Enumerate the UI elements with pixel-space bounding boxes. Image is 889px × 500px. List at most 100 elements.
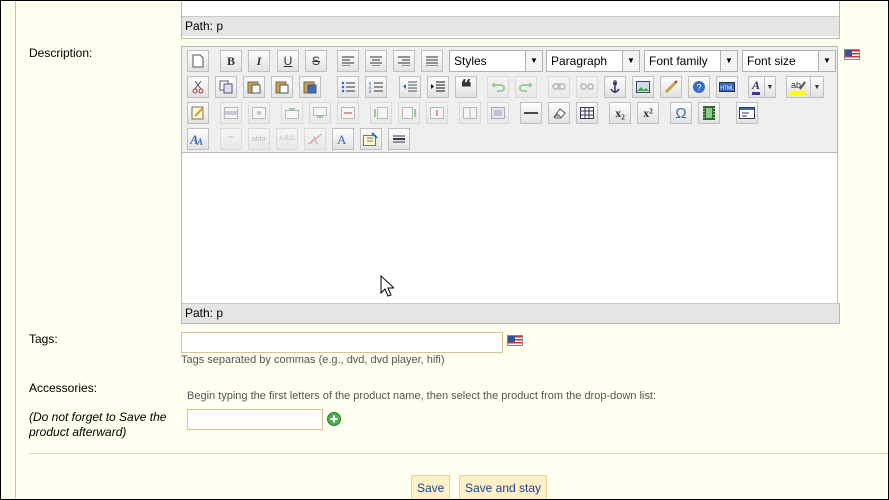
svg-text:A: A — [196, 137, 203, 146]
chevron-down-icon: ▼ — [720, 51, 737, 71]
insert-col-after-icon[interactable] — [398, 102, 420, 124]
anchor-icon[interactable] — [604, 76, 626, 98]
numbered-list-icon[interactable] — [365, 76, 387, 98]
insert-col-before-icon[interactable] — [370, 102, 392, 124]
chevron-down-icon: ▼ — [525, 51, 542, 71]
language-flag-icon[interactable] — [844, 49, 860, 60]
align-justify-icon[interactable] — [421, 50, 443, 72]
cleanup-icon[interactable] — [660, 76, 682, 98]
new-document-icon[interactable] — [187, 50, 209, 72]
description-edit-area[interactable] — [181, 153, 838, 303]
chevron-down-icon: ▼ — [818, 51, 835, 71]
delete-text-icon[interactable]: A — [304, 128, 326, 150]
tags-language-flag-icon[interactable] — [507, 335, 523, 346]
indent-icon[interactable] — [427, 76, 449, 98]
bullet-list-icon[interactable] — [337, 76, 359, 98]
description-label: Description: — [29, 46, 93, 60]
tags-hint: Tags separated by commas (e.g., dvd, dvd… — [181, 354, 445, 366]
abbr-icon[interactable]: abbr — [248, 128, 270, 150]
paste-word-icon[interactable] — [299, 76, 321, 98]
italic-button[interactable]: I — [248, 50, 270, 72]
strikethrough-button[interactable]: S — [305, 50, 327, 72]
short-description-path: Path: p — [182, 16, 839, 36]
undo-icon[interactable] — [487, 76, 509, 98]
cut-icon[interactable] — [187, 76, 209, 98]
tags-input[interactable] — [181, 332, 503, 353]
styles-select[interactable]: Styles ▼ — [449, 50, 543, 72]
short-description-area[interactable] — [182, 1, 839, 16]
table-cell-props-icon[interactable] — [248, 102, 270, 124]
paragraph-select[interactable]: Paragraph ▼ — [546, 50, 640, 72]
svg-text:HTML: HTML — [720, 86, 734, 92]
align-center-icon[interactable] — [365, 50, 387, 72]
remove-format-icon[interactable] — [548, 102, 570, 124]
description-path-bar: Path: p — [181, 303, 840, 324]
text-color-button[interactable]: A ▼ — [748, 76, 776, 98]
accessories-note: (Do not forget to Save the product after… — [29, 410, 167, 439]
bold-button[interactable]: B — [220, 50, 242, 72]
table-icon[interactable] — [576, 102, 598, 124]
accessories-input[interactable] — [187, 409, 323, 430]
styles-value: Styles — [454, 54, 487, 68]
attributes-icon[interactable] — [360, 128, 382, 150]
product-form: Path: p Description: B I U S Styles ▼ Par… — [0, 0, 889, 500]
save-and-stay-button[interactable]: Save and stay — [459, 475, 548, 499]
accessories-instruction: Begin typing the first letters of the pr… — [187, 390, 656, 402]
paste-icon[interactable] — [243, 76, 265, 98]
font-size-select[interactable]: Font size ▼ — [742, 50, 836, 72]
font-family-select[interactable]: Font family ▼ — [644, 50, 738, 72]
align-left-icon[interactable] — [337, 50, 359, 72]
copy-icon[interactable] — [215, 76, 237, 98]
chevron-down-icon: ▼ — [622, 51, 639, 71]
left-divider — [15, 1, 16, 499]
image-icon[interactable] — [632, 76, 654, 98]
insert-row-after-icon[interactable] — [309, 102, 331, 124]
cite-icon[interactable]: “” — [220, 128, 242, 150]
font-family-value: Font family — [649, 54, 708, 68]
add-accessory-icon[interactable] — [327, 412, 341, 426]
mouse-cursor-icon — [380, 275, 394, 297]
description-path: Path: p — [182, 303, 839, 323]
accessories-label: Accessories: — [29, 381, 98, 395]
short-description-editor: Path: p — [181, 1, 840, 39]
pagebreak-icon[interactable] — [388, 128, 410, 150]
blockquote-button[interactable]: ❝ — [455, 76, 477, 99]
chevron-down-icon: ▼ — [764, 77, 775, 97]
subscript-icon: x₂ — [615, 105, 625, 120]
fullscreen-icon[interactable] — [736, 102, 758, 124]
svg-text:?: ? — [696, 83, 701, 93]
align-right-icon[interactable] — [393, 50, 415, 72]
superscript-icon: x² — [643, 105, 653, 120]
delete-col-icon[interactable] — [426, 102, 448, 124]
merge-cells-icon[interactable] — [487, 102, 509, 124]
unlink-icon[interactable] — [576, 76, 598, 98]
help-icon[interactable]: ? — [688, 76, 710, 98]
superscript-button[interactable]: x² — [637, 102, 659, 124]
acronym-icon[interactable]: A.B.C — [276, 128, 298, 150]
save-button[interactable]: Save — [411, 475, 451, 499]
tags-label: Tags: — [29, 332, 58, 346]
paste-text-icon[interactable] — [271, 76, 293, 98]
chevron-down-icon: ▼ — [810, 77, 823, 97]
subscript-button[interactable]: x₂ — [609, 102, 631, 124]
media-icon[interactable] — [698, 102, 720, 124]
split-cells-icon[interactable] — [459, 102, 481, 124]
delete-row-icon[interactable] — [337, 102, 359, 124]
insert-text-icon[interactable]: A — [332, 128, 354, 150]
link-icon[interactable] — [548, 76, 570, 98]
outdent-icon[interactable] — [399, 76, 421, 98]
insert-row-before-icon[interactable] — [281, 102, 303, 124]
edit-css-icon[interactable] — [187, 102, 209, 124]
horizontal-rule-icon[interactable] — [520, 102, 542, 124]
svg-text:A: A — [337, 132, 347, 146]
table-row-props-icon[interactable] — [220, 102, 242, 124]
highlight-color-button[interactable]: ab ▼ — [786, 76, 824, 98]
highlight-icon: ab — [790, 80, 806, 95]
form-divider — [29, 453, 888, 454]
editor-toolbar: B I U S Styles ▼ Paragraph ▼ Font family ▼ … — [181, 46, 838, 153]
styleprops-icon[interactable]: AA — [187, 128, 209, 150]
html-source-icon[interactable]: HTML — [716, 76, 738, 98]
redo-icon[interactable] — [515, 76, 537, 98]
underline-button[interactable]: U — [277, 50, 299, 72]
special-char-button[interactable]: Ω — [670, 102, 692, 124]
